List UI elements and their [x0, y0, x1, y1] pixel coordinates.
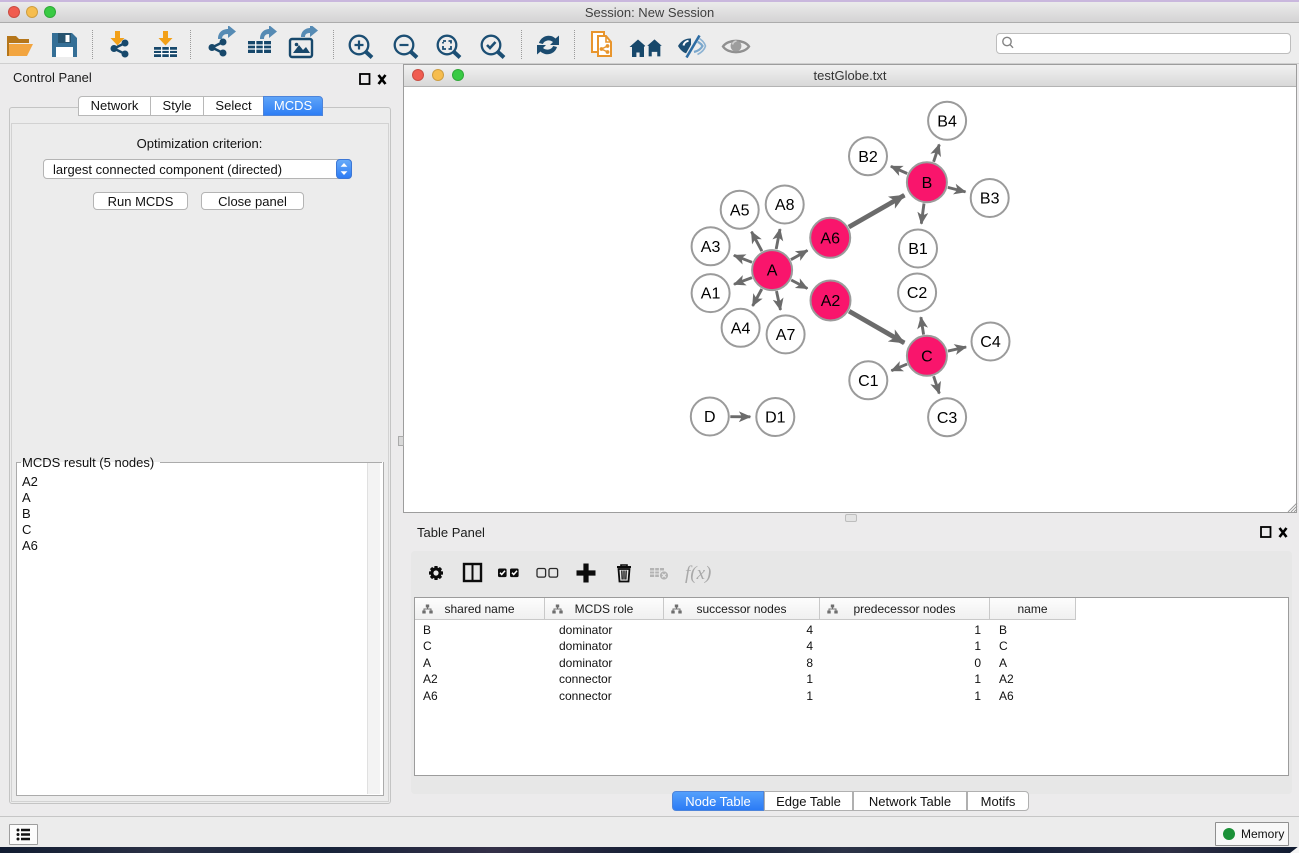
svg-text:D: D — [704, 409, 716, 426]
svg-text:B1: B1 — [908, 241, 928, 258]
svg-text:A7: A7 — [776, 327, 796, 344]
svg-text:A1: A1 — [701, 286, 721, 303]
svg-text:C4: C4 — [980, 334, 1001, 351]
svg-text:A5: A5 — [730, 202, 750, 219]
svg-text:C: C — [921, 348, 933, 365]
svg-text:B2: B2 — [858, 149, 878, 166]
svg-text:C2: C2 — [907, 285, 928, 302]
svg-text:A8: A8 — [775, 197, 795, 214]
svg-text:A2: A2 — [821, 293, 841, 310]
svg-text:C1: C1 — [858, 373, 879, 390]
svg-text:B: B — [922, 175, 933, 192]
svg-text:A3: A3 — [701, 239, 721, 256]
svg-text:A4: A4 — [731, 320, 751, 337]
svg-text:C3: C3 — [937, 410, 958, 427]
svg-text:f(x): f(x) — [685, 563, 711, 584]
svg-text:B3: B3 — [980, 191, 1000, 208]
svg-text:D1: D1 — [765, 410, 786, 427]
svg-text:B4: B4 — [937, 113, 957, 130]
svg-text:A: A — [767, 263, 778, 280]
svg-text:A6: A6 — [820, 230, 840, 247]
